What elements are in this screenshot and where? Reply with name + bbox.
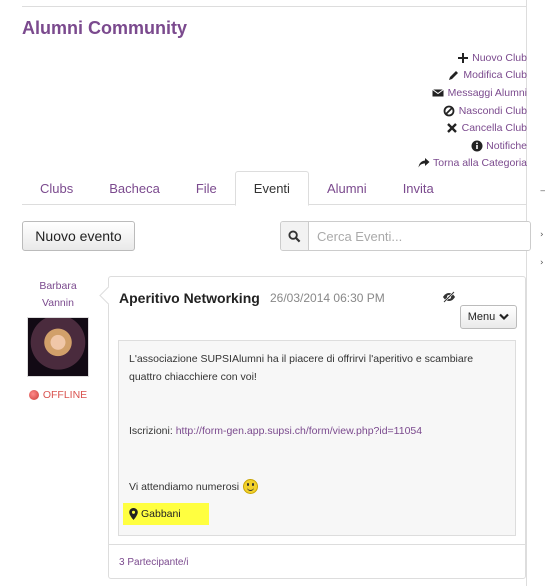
new-club-link[interactable]: Nuovo Club bbox=[417, 49, 527, 67]
tab-eventi[interactable]: Eventi bbox=[234, 171, 309, 206]
hide-club-label: Nascondi Club bbox=[458, 104, 527, 117]
alumni-messages-link[interactable]: Messaggi Alumni bbox=[417, 84, 527, 102]
avatar[interactable] bbox=[27, 317, 89, 377]
eye-slash-icon[interactable] bbox=[442, 291, 456, 303]
ban-icon bbox=[443, 104, 456, 117]
event-date: 26/03/2014 06:30 PM bbox=[270, 291, 385, 305]
tab-bacheca[interactable]: Bacheca bbox=[91, 171, 178, 205]
back-to-category-link[interactable]: Torna alla Categoria bbox=[417, 155, 527, 173]
signup-link[interactable]: http://form-gen.app.supsi.ch/form/view.p… bbox=[176, 425, 422, 437]
event-menu-button[interactable]: Menu bbox=[460, 305, 517, 329]
event-title[interactable]: Aperitivo Networking bbox=[119, 290, 260, 306]
edge-chevron-icon: › bbox=[540, 258, 544, 268]
event-search bbox=[280, 221, 531, 251]
alumni-messages-label: Messaggi Alumni bbox=[447, 86, 527, 99]
status-badge: OFFLINE bbox=[24, 389, 92, 401]
plus-icon bbox=[456, 51, 469, 64]
closing-text: Vi attendiamo numerosi bbox=[129, 480, 240, 493]
new-club-label: Nuovo Club bbox=[472, 51, 527, 64]
tab-invita[interactable]: Invita bbox=[385, 171, 452, 205]
delete-club-link[interactable]: Cancella Club bbox=[417, 119, 527, 137]
search-input[interactable] bbox=[309, 222, 530, 250]
notifications-link[interactable]: Notifiche bbox=[417, 137, 527, 155]
tab-clubs[interactable]: Clubs bbox=[22, 171, 91, 205]
event-location: Gabbani bbox=[123, 503, 209, 525]
event-author: Barbara Vannin OFFLINE bbox=[24, 278, 92, 401]
status-label: OFFLINE bbox=[42, 389, 88, 401]
event-signup: Iscrizioni: http://form-gen.app.supsi.ch… bbox=[129, 425, 422, 437]
envelope-icon bbox=[432, 86, 445, 99]
map-marker-icon bbox=[129, 508, 138, 520]
search-icon[interactable] bbox=[281, 222, 309, 250]
page-title: Alumni Community bbox=[22, 18, 187, 38]
hide-club-link[interactable]: Nascondi Club bbox=[417, 102, 527, 120]
smiley-icon bbox=[243, 479, 259, 494]
pencil-icon bbox=[447, 69, 460, 82]
top-divider bbox=[22, 6, 527, 7]
signup-label: Iscrizioni: bbox=[129, 425, 173, 437]
event-description: L'associazione SUPSIAlumni ha il piacere… bbox=[118, 340, 516, 536]
chevron-down-icon bbox=[499, 313, 510, 321]
info-icon bbox=[470, 139, 483, 152]
tab-alumni[interactable]: Alumni bbox=[309, 171, 385, 205]
edge-dash-mark: — bbox=[540, 186, 545, 196]
back-to-category-label: Torna alla Categoria bbox=[433, 157, 527, 170]
participants-link[interactable]: 3 Partecipante/i bbox=[119, 557, 189, 568]
share-icon bbox=[417, 157, 430, 170]
club-actions: Nuovo Club Modifica Club Messaggi Alumni… bbox=[417, 49, 527, 172]
close-icon bbox=[446, 122, 459, 135]
card-divider bbox=[109, 544, 525, 545]
author-first-name[interactable]: Barbara bbox=[24, 278, 92, 295]
event-closing: Vi attendiamo numerosi bbox=[129, 479, 259, 494]
event-intro: L'associazione SUPSIAlumni ha il piacere… bbox=[129, 353, 474, 383]
notifications-label: Notifiche bbox=[486, 139, 527, 152]
edit-club-link[interactable]: Modifica Club bbox=[417, 67, 527, 85]
author-last-name[interactable]: Vannin bbox=[24, 295, 92, 312]
edit-club-label: Modifica Club bbox=[463, 69, 527, 82]
new-event-button[interactable]: Nuovo evento bbox=[22, 221, 135, 251]
tab-file[interactable]: File bbox=[178, 171, 235, 205]
offline-status-icon bbox=[28, 390, 39, 400]
menu-label: Menu bbox=[467, 311, 496, 323]
event-card: Aperitivo Networking 26/03/2014 06:30 PM… bbox=[108, 276, 526, 579]
delete-club-label: Cancella Club bbox=[461, 122, 527, 135]
club-tabs: Clubs Bacheca File Eventi Alumni Invita bbox=[22, 171, 527, 206]
edge-chevron-icon: › bbox=[540, 230, 544, 240]
location-label: Gabbani bbox=[141, 508, 181, 520]
